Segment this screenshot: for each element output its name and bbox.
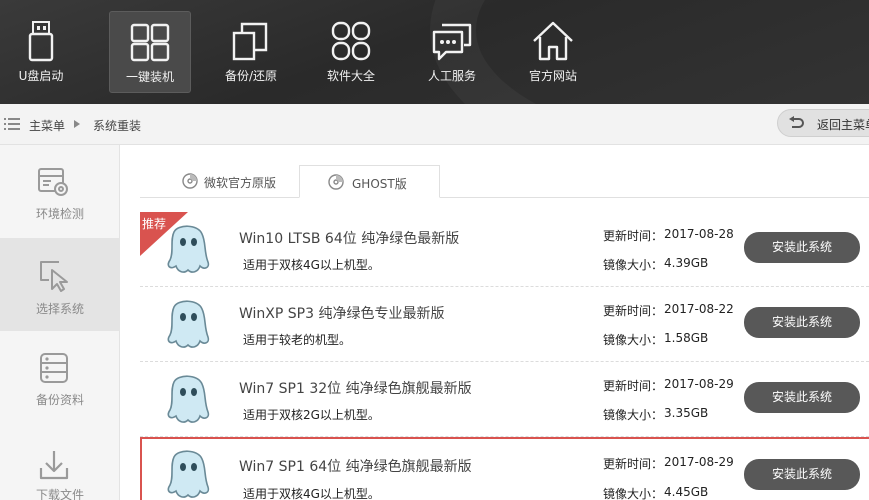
update-time-value: 2017-08-29 (664, 455, 734, 469)
image-size-label: 镜像大小： (603, 258, 664, 272)
topnav-software[interactable]: 软件大全 (310, 11, 392, 93)
ghost-icon (167, 225, 210, 273)
recommend-badge-label: 推荐 (142, 217, 167, 231)
system-name: Win10 LTSB 64位 纯净绿色最新版 (239, 231, 460, 247)
return-arrow-icon (789, 116, 804, 128)
topnav-label: U盘启动 (18, 69, 64, 83)
usb-icon (28, 21, 54, 62)
breadcrumb-current: 系统重装 (93, 119, 142, 133)
tab-label: GHOST版 (352, 177, 407, 191)
update-time-label: 更新时间： (603, 379, 664, 393)
update-time-label: 更新时间： (603, 229, 664, 243)
sidebar-item-label: 备份资料 (35, 393, 84, 407)
system-name: WinXP SP3 纯净绿色专业最新版 (239, 306, 445, 322)
topnav-one-click-install[interactable]: 一键装机 (109, 11, 191, 93)
disc-icon (328, 174, 344, 190)
image-size-label: 镜像大小： (603, 333, 664, 347)
ghost-icon (167, 300, 210, 348)
system-row[interactable]: 推荐 Win10 LTSB 64位 纯净绿色最新版 适用于双核4G以上机型。 更… (140, 212, 869, 287)
back-button-label: 返回主菜单 (817, 118, 869, 132)
home-icon (533, 21, 573, 61)
sidebar-item-backup-data[interactable]: 备份资料 (0, 331, 120, 424)
step-sidebar: 环境检测 选择系统 备份资料 下载文件 (0, 145, 120, 500)
sidebar-item-label: 环境检测 (35, 207, 84, 221)
install-system-button[interactable]: 安装此系统 (744, 459, 860, 490)
update-time-value: 2017-08-28 (664, 227, 734, 241)
sidebar-item-env-check[interactable]: 环境检测 (0, 145, 120, 238)
back-to-main-menu-button[interactable]: 返回主菜单 (777, 109, 869, 137)
list-icon (4, 118, 20, 130)
database-icon (40, 353, 68, 383)
update-time-label: 更新时间： (603, 304, 664, 318)
topnav-label: 人工服务 (427, 69, 476, 83)
top-toolbar: U盘启动 一键装机 备份/还原 软件大全 人工服务 官方网站 (0, 0, 869, 104)
ghost-icon (167, 375, 210, 423)
sidebar-item-label: 下载文件 (35, 488, 84, 500)
download-icon (39, 451, 69, 480)
topnav-label: 官方网站 (528, 69, 577, 83)
tab-label: 微软官方原版 (204, 176, 277, 190)
system-row[interactable]: WinXP SP3 纯净绿色专业最新版 适用于较老的机型。 更新时间： 2017… (140, 287, 869, 362)
disc-icon (182, 173, 198, 189)
install-system-button[interactable]: 安装此系统 (744, 382, 860, 413)
topnav-usb-boot[interactable]: U盘启动 (0, 11, 82, 93)
update-time-value: 2017-08-29 (664, 377, 734, 391)
system-description: 适用于双核2G以上机型。 (243, 408, 380, 422)
topnav-label: 软件大全 (326, 69, 375, 83)
tab-ghost[interactable]: GHOST版 (299, 165, 440, 198)
topnav-backup-restore[interactable]: 备份/还原 (210, 11, 292, 93)
system-description: 适用于较老的机型。 (243, 333, 352, 347)
breadcrumb-separator-icon (74, 120, 80, 128)
system-description: 适用于双核4G以上机型。 (243, 487, 380, 500)
image-size-label: 镜像大小： (603, 487, 664, 500)
backup-restore-icon (232, 22, 268, 61)
system-description: 适用于双核4G以上机型。 (243, 258, 380, 272)
image-size-label: 镜像大小： (603, 408, 664, 422)
ghost-icon (167, 450, 210, 498)
install-system-button[interactable]: 安装此系统 (744, 232, 860, 263)
topnav-label: 一键装机 (125, 70, 174, 84)
image-size-value: 4.45GB (664, 485, 709, 499)
image-size-value: 4.39GB (664, 256, 709, 270)
sidebar-item-label: 选择系统 (35, 302, 84, 316)
background-swoosh (430, 0, 869, 104)
update-time-value: 2017-08-22 (664, 302, 734, 316)
update-time-label: 更新时间： (603, 457, 664, 471)
sidebar-item-select-system[interactable]: 选择系统 (0, 238, 120, 331)
pc-check-icon (38, 168, 68, 196)
image-size-value: 1.58GB (664, 331, 709, 345)
system-row[interactable]: Win7 SP1 32位 纯净绿色旗舰最新版 适用于双核2G以上机型。 更新时间… (140, 362, 869, 437)
sidebar-item-download-files[interactable]: 下载文件 (0, 424, 120, 500)
topnav-manual-service[interactable]: 人工服务 (411, 11, 493, 93)
apps-grid-icon (331, 21, 371, 61)
topnav-label: 备份/还原 (224, 69, 278, 83)
system-name: Win7 SP1 32位 纯净绿色旗舰最新版 (239, 381, 472, 397)
chat-icon (432, 23, 472, 61)
tab-microsoft-original[interactable]: 微软官方原版 (182, 165, 292, 198)
cursor-select-icon (40, 261, 68, 292)
windows-icon (130, 23, 170, 62)
breadcrumb: 主菜单 系统重装 (0, 104, 869, 145)
breadcrumb-root[interactable]: 主菜单 (29, 117, 65, 134)
topnav-official-site[interactable]: 官方网站 (512, 11, 594, 93)
system-row-selected[interactable]: Win7 SP1 64位 纯净绿色旗舰最新版 适用于双核4G以上机型。 更新时间… (140, 437, 869, 500)
install-system-button[interactable]: 安装此系统 (744, 307, 860, 338)
image-size-value: 3.35GB (664, 406, 709, 420)
system-name: Win7 SP1 64位 纯净绿色旗舰最新版 (239, 459, 472, 475)
